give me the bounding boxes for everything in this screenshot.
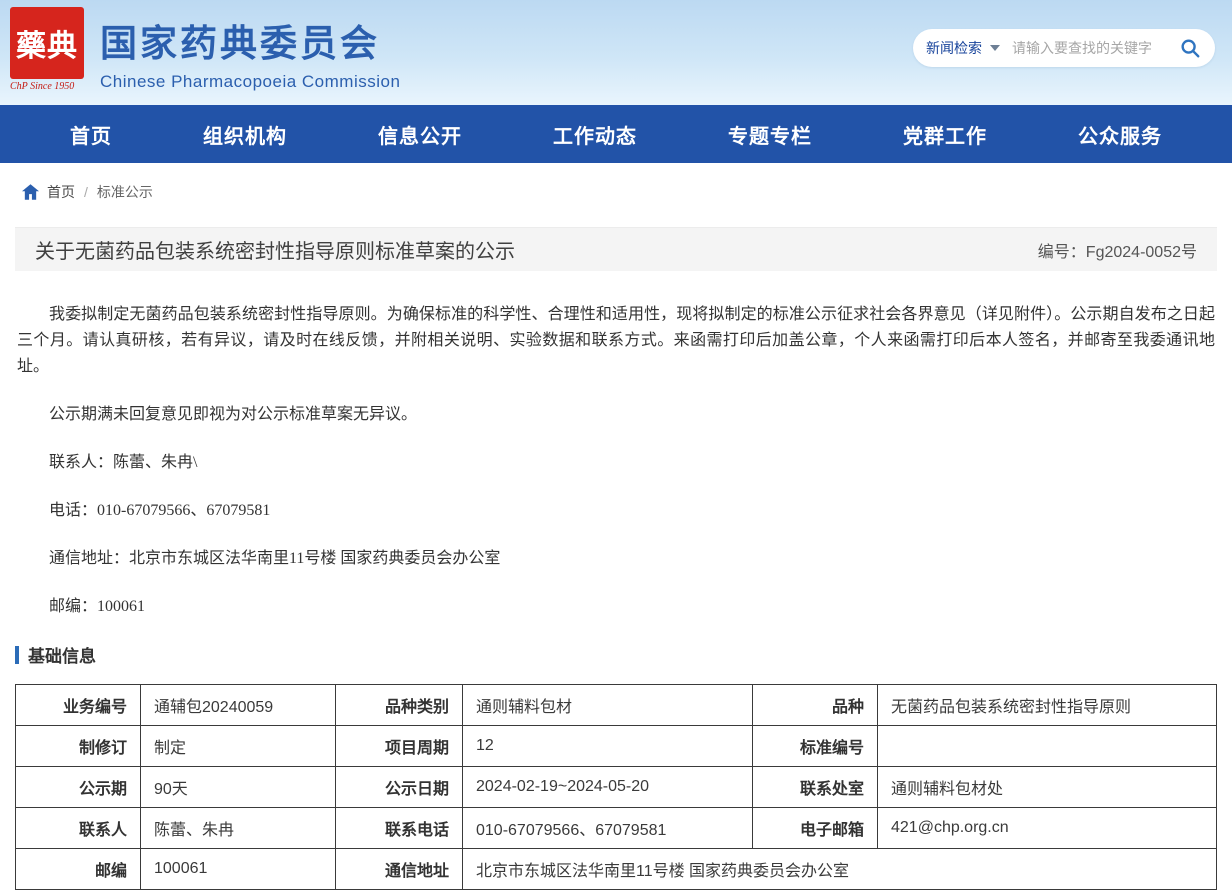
site-header: 藥典 ChP Since 1950 国家药典委员会 Chinese Pharma…	[0, 0, 1232, 105]
doc-number: 编号：Fg2024-0052号	[1038, 238, 1197, 262]
search-button[interactable]	[1178, 36, 1202, 60]
cell-label-zip: 邮编	[16, 849, 141, 890]
nav-item-home[interactable]: 首页	[70, 120, 112, 149]
nav-item-info-disclosure[interactable]: 信息公开	[378, 120, 462, 149]
cell-value-variety: 无菌药品包装系统密封性指导原则	[878, 685, 1217, 726]
cell-value-contact-office: 通则辅料包材处	[878, 767, 1217, 808]
search-icon	[1179, 37, 1201, 59]
cell-label-contact-phone: 联系电话	[336, 808, 463, 849]
site-logo[interactable]: 藥典 ChP Since 1950	[10, 7, 84, 92]
article-paragraph-phone: 电话：010-67079566、67079581	[17, 498, 1215, 524]
cell-value-zip: 100061	[141, 849, 336, 890]
cell-value-revision-type: 制定	[141, 726, 336, 767]
search-box: 新闻检索	[913, 29, 1215, 67]
main-nav: 首页 组织机构 信息公开 工作动态 专题专栏 党群工作 公众服务	[0, 105, 1232, 163]
article-paragraph: 我委拟制定无菌药品包装系统密封性指导原则。为确保标准的科学性、合理性和适用性，现…	[17, 302, 1215, 380]
breadcrumb-home-link[interactable]: 首页	[47, 182, 75, 202]
cell-value-contact-person: 陈蕾、朱冉	[141, 808, 336, 849]
nav-item-party-work[interactable]: 党群工作	[903, 120, 987, 149]
cell-label-publicity-period: 公示期	[16, 767, 141, 808]
nav-item-special-topics[interactable]: 专题专栏	[728, 120, 812, 149]
cell-value-publicity-period: 90天	[141, 767, 336, 808]
site-title-block: 国家药典委员会 Chinese Pharmacopoeia Commission	[100, 13, 400, 92]
cell-label-category: 品种类别	[336, 685, 463, 726]
cell-label-variety: 品种	[753, 685, 878, 726]
nav-item-organization[interactable]: 组织机构	[203, 120, 287, 149]
section-accent-bar	[15, 646, 19, 664]
section-title: 基础信息	[28, 642, 96, 667]
nav-item-public-service[interactable]: 公众服务	[1078, 120, 1162, 149]
site-title-cn: 国家药典委员会	[100, 13, 400, 67]
table-row: 制修订 制定 项目周期 12 标准编号	[16, 726, 1217, 767]
basic-info-section-header: 基础信息	[15, 642, 1217, 667]
cell-label-standard-no: 标准编号	[753, 726, 878, 767]
search-category-dropdown[interactable]: 新闻检索	[926, 38, 1000, 58]
breadcrumb-current: 标准公示	[97, 182, 153, 202]
chp-seal-logo-icon: 藥典	[10, 7, 84, 79]
table-row: 公示期 90天 公示日期 2024-02-19~2024-05-20 联系处室 …	[16, 767, 1217, 808]
home-icon[interactable]	[22, 184, 39, 200]
site-title-en: Chinese Pharmacopoeia Commission	[100, 72, 400, 92]
article-title: 关于无菌药品包装系统密封性指导原则标准草案的公示	[35, 235, 515, 264]
cell-label-mailing-address: 通信地址	[336, 849, 463, 890]
table-row: 邮编 100061 通信地址 北京市东城区法华南里11号楼 国家药典委员会办公室	[16, 849, 1217, 890]
article-paragraph: 公示期满未回复意见即视为对公示标准草案无异议。	[17, 402, 1215, 428]
cell-value-category: 通则辅料包材	[463, 685, 753, 726]
main-content: 关于无菌药品包装系统密封性指导原则标准草案的公示 编号：Fg2024-0052号…	[0, 227, 1232, 890]
breadcrumb: 首页 / 标准公示	[0, 163, 1232, 220]
search-input[interactable]	[1012, 40, 1178, 56]
cell-label-email: 电子邮箱	[753, 808, 878, 849]
article-paragraph-zip: 邮编：100061	[17, 594, 1215, 620]
search-category-label: 新闻检索	[926, 38, 982, 58]
cell-value-email: 421@chp.org.cn	[878, 808, 1217, 849]
cell-label-revision-type: 制修订	[16, 726, 141, 767]
chevron-down-icon	[990, 45, 1000, 51]
article-paragraph-contact: 联系人：陈蕾、朱冉\	[17, 450, 1215, 476]
cell-value-business-no: 通辅包20240059	[141, 685, 336, 726]
article-header: 关于无菌药品包装系统密封性指导原则标准草案的公示 编号：Fg2024-0052号	[15, 227, 1217, 271]
cell-value-standard-no	[878, 726, 1217, 767]
article-paragraph-address: 通信地址：北京市东城区法华南里11号楼 国家药典委员会办公室	[17, 546, 1215, 572]
cell-label-publicity-date: 公示日期	[336, 767, 463, 808]
table-row: 业务编号 通辅包20240059 品种类别 通则辅料包材 品种 无菌药品包装系统…	[16, 685, 1217, 726]
logo-caption: ChP Since 1950	[10, 81, 84, 92]
nav-item-work-news[interactable]: 工作动态	[553, 120, 637, 149]
cell-label-project-period: 项目周期	[336, 726, 463, 767]
table-row: 联系人 陈蕾、朱冉 联系电话 010-67079566、67079581 电子邮…	[16, 808, 1217, 849]
cell-label-contact-office: 联系处室	[753, 767, 878, 808]
cell-value-publicity-date: 2024-02-19~2024-05-20	[463, 767, 753, 808]
cell-value-contact-phone: 010-67079566、67079581	[463, 808, 753, 849]
cell-label-contact-person: 联系人	[16, 808, 141, 849]
cell-value-project-period: 12	[463, 726, 753, 767]
cell-label-business-no: 业务编号	[16, 685, 141, 726]
article-body: 我委拟制定无菌药品包装系统密封性指导原则。为确保标准的科学性、合理性和适用性，现…	[15, 271, 1217, 620]
basic-info-table: 业务编号 通辅包20240059 品种类别 通则辅料包材 品种 无菌药品包装系统…	[15, 684, 1217, 890]
cell-value-mailing-address: 北京市东城区法华南里11号楼 国家药典委员会办公室	[463, 849, 1217, 890]
breadcrumb-separator: /	[84, 184, 88, 200]
